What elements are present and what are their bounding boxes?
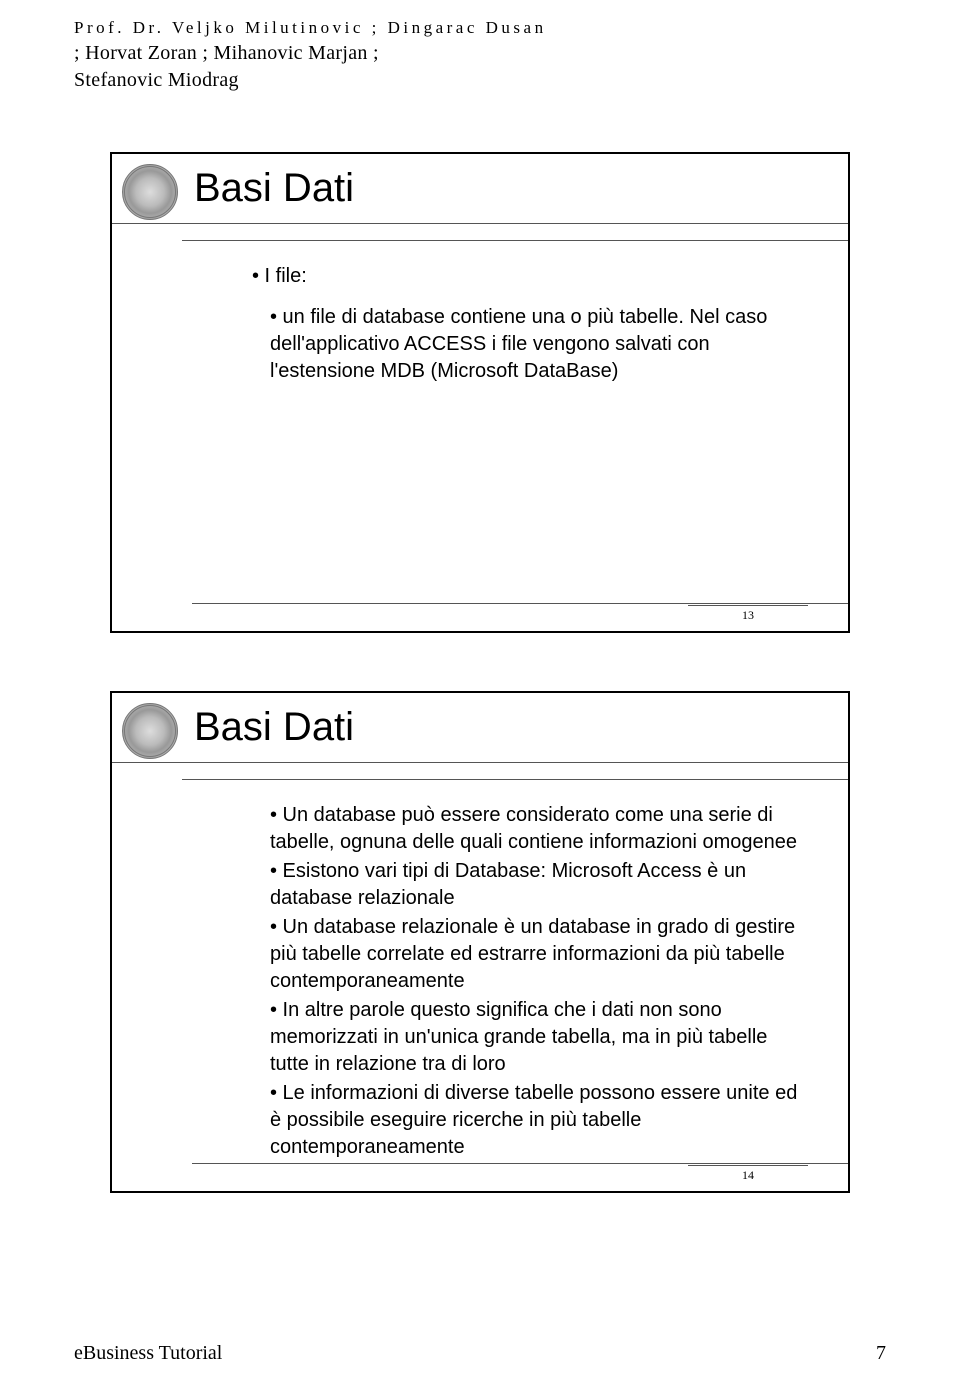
bullet-item: • I file: (252, 263, 808, 290)
slide-title: Basi Dati (194, 705, 354, 762)
header-authors-line1: Prof. Dr. Veljko Milutinovic ; Dingarac … (74, 18, 960, 38)
slide-14: Basi Dati • Un database può essere consi… (110, 691, 850, 1193)
bullet-item: • Esistono vari tipi di Database: Micros… (252, 858, 808, 912)
page-footer: eBusiness Tutorial 7 (74, 1342, 886, 1365)
slide-header: Basi Dati (112, 154, 848, 224)
bullet-item: • Le informazioni di diverse tabelle pos… (252, 1080, 808, 1161)
footer-title: eBusiness Tutorial (74, 1342, 222, 1365)
slide-body: • Un database può essere considerato com… (112, 780, 848, 1161)
divider (182, 224, 848, 241)
slide-title: Basi Dati (194, 166, 354, 223)
bullet-item: • Un database relazionale è un database … (252, 914, 808, 995)
slide-number: 14 (688, 1165, 808, 1185)
page-header: Prof. Dr. Veljko Milutinovic ; Dingarac … (0, 18, 960, 92)
slide-footer: 13 (192, 603, 848, 625)
page: Prof. Dr. Veljko Milutinovic ; Dingarac … (0, 0, 960, 1393)
bullet-item: • un file di database contiene una o più… (252, 304, 808, 385)
slide-footer: 14 (192, 1163, 848, 1185)
footer-page-number: 7 (876, 1342, 886, 1365)
seal-icon (122, 164, 178, 220)
slide-13: Basi Dati • I file: • un file di databas… (110, 152, 850, 633)
divider (182, 763, 848, 780)
seal-icon (122, 703, 178, 759)
slide-number: 13 (688, 605, 808, 625)
header-authors-line2: ; Horvat Zoran ; Mihanovic Marjan ; (74, 42, 960, 65)
slide-header: Basi Dati (112, 693, 848, 763)
header-authors-line3: Stefanovic Miodrag (74, 69, 960, 92)
bullet-item: • In altre parole questo significa che i… (252, 997, 808, 1078)
slides-container: Basi Dati • I file: • un file di databas… (0, 152, 960, 1193)
bullet-item: • Un database può essere considerato com… (252, 802, 808, 856)
slide-body: • I file: • un file di database contiene… (112, 241, 848, 603)
